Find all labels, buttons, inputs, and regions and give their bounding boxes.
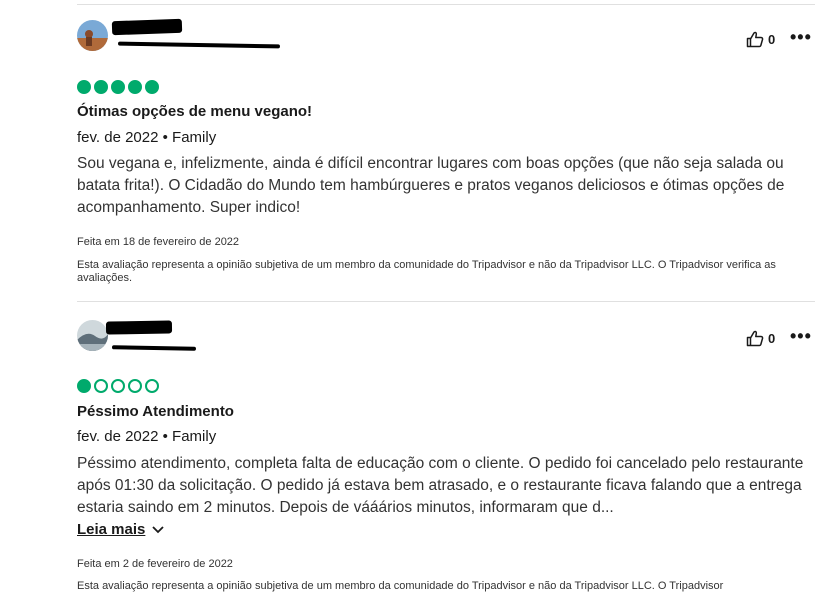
review-title[interactable]: Ótimas opções de menu vegano! [77,103,312,120]
written-date: Feita em 2 de fevereiro de 2022 [77,558,233,570]
rating-bubble-filled [111,80,125,94]
thumbs-up-icon [746,31,764,48]
redacted-username [111,18,183,36]
rating-bubble-empty [145,379,159,393]
helpful-vote-button[interactable]: 0 [746,330,775,347]
rating-bubble-filled [77,80,91,94]
written-date: Feita em 18 de fevereiro de 2022 [77,236,240,248]
review-date-trip: fev. de 2022 • Family [77,428,217,445]
helpful-vote-button[interactable]: 0 [746,31,775,48]
rating-bubbles [77,80,159,94]
rating-bubbles [77,379,159,393]
review-disclaimer: Esta avaliação representa a opinião subj… [77,259,776,284]
chevron-down-icon [152,525,165,533]
top-divider [77,4,815,5]
review-divider [77,301,815,302]
thumbs-up-icon [746,330,764,347]
rating-bubble-empty [94,379,108,393]
redacted-contributions [117,41,281,49]
review-date-trip: fev. de 2022 • Family [77,129,217,146]
redacted-username [105,320,173,335]
review-disclaimer: Esta avaliação representa a opinião subj… [77,580,724,592]
more-options-icon[interactable]: ••• [790,327,812,345]
review-body: Péssimo atendimento, completa falta de e… [77,455,804,516]
avatar[interactable] [77,20,108,51]
review-title[interactable]: Péssimo Atendimento [77,403,234,420]
rating-bubble-empty [111,379,125,393]
more-options-icon[interactable]: ••• [790,28,812,46]
helpful-count: 0 [768,331,776,346]
avatar[interactable] [77,320,108,351]
review-body: Sou vegana e, infelizmente, ainda é difí… [77,155,785,216]
rating-bubble-filled [128,80,142,94]
rating-bubble-empty [128,379,142,393]
helpful-count: 0 [768,32,776,47]
redacted-contributions [111,345,197,351]
rating-bubble-filled [94,80,108,94]
read-more-label: Leia mais [77,521,146,538]
rating-bubble-filled [77,379,91,393]
rating-bubble-filled [145,80,159,94]
read-more-link[interactable]: Leia mais [77,521,165,538]
